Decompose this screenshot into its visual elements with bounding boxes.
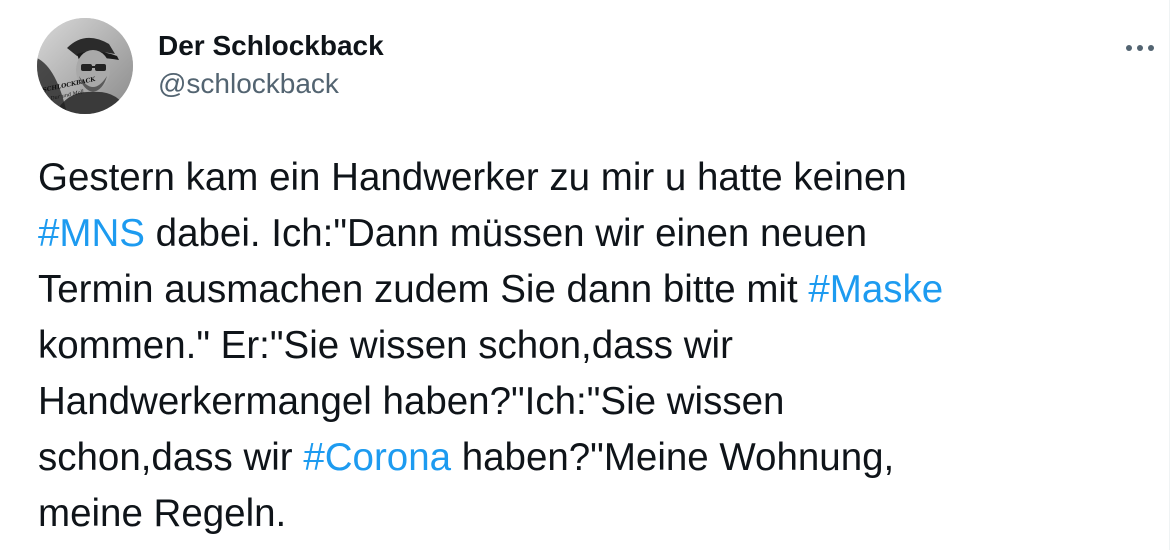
hashtag-link[interactable]: #Maske <box>808 268 943 311</box>
tweet-card: SCHLOCKBACK Dur und Moll Der Schlockback… <box>0 0 1170 550</box>
tweet-text-segment: Termin ausmachen zudem Sie dann bitte mi… <box>38 268 809 311</box>
tweet-text-segment: Handwerkermangel haben?"Ich:"Sie wissen <box>38 380 785 423</box>
tweet-text-line: schon,dass wir #Corona haben?"Meine Wohn… <box>38 430 1138 486</box>
tweet-text-segment: schon,dass wir <box>38 436 304 479</box>
more-horizontal-icon <box>1126 45 1154 51</box>
tweet-text-line: Termin ausmachen zudem Sie dann bitte mi… <box>38 262 1138 318</box>
avatar-photo-icon: SCHLOCKBACK Dur und Moll <box>37 18 133 114</box>
author-info: Der Schlockback @schlockback <box>158 30 384 100</box>
tweet-text-line: Gestern kam ein Handwerker zu mir u hatt… <box>38 150 1138 206</box>
author-handle[interactable]: @schlockback <box>158 68 384 100</box>
user-avatar[interactable]: SCHLOCKBACK Dur und Moll <box>37 18 133 114</box>
author-display-name[interactable]: Der Schlockback <box>158 30 384 62</box>
tweet-text: Gestern kam ein Handwerker zu mir u hatt… <box>38 150 1138 542</box>
tweet-text-line: #MNS dabei. Ich:"Dann müssen wir einen n… <box>38 206 1138 262</box>
hashtag-link[interactable]: #Corona <box>303 436 451 479</box>
tweet-text-segment: haben?"Meine Wohnung, <box>451 436 895 479</box>
tweet-text-line: meine Regeln. <box>38 486 1138 542</box>
tweet-text-segment: dabei. Ich:"Dann müssen wir einen neuen <box>144 212 868 255</box>
tweet-text-line: kommen." Er:"Sie wissen schon,dass wir <box>38 318 1138 374</box>
tweet-header: SCHLOCKBACK Dur und Moll Der Schlockback… <box>37 18 1169 118</box>
tweet-text-segment: Gestern kam ein Handwerker zu mir u hatt… <box>38 156 907 199</box>
tweet-text-line: Handwerkermangel haben?"Ich:"Sie wissen <box>38 374 1138 430</box>
tweet-text-segment: meine Regeln. <box>38 492 287 535</box>
hashtag-link[interactable]: #MNS <box>38 212 145 255</box>
more-options-button[interactable] <box>1122 30 1158 66</box>
tweet-text-segment: kommen." Er:"Sie wissen schon,dass wir <box>38 324 733 367</box>
